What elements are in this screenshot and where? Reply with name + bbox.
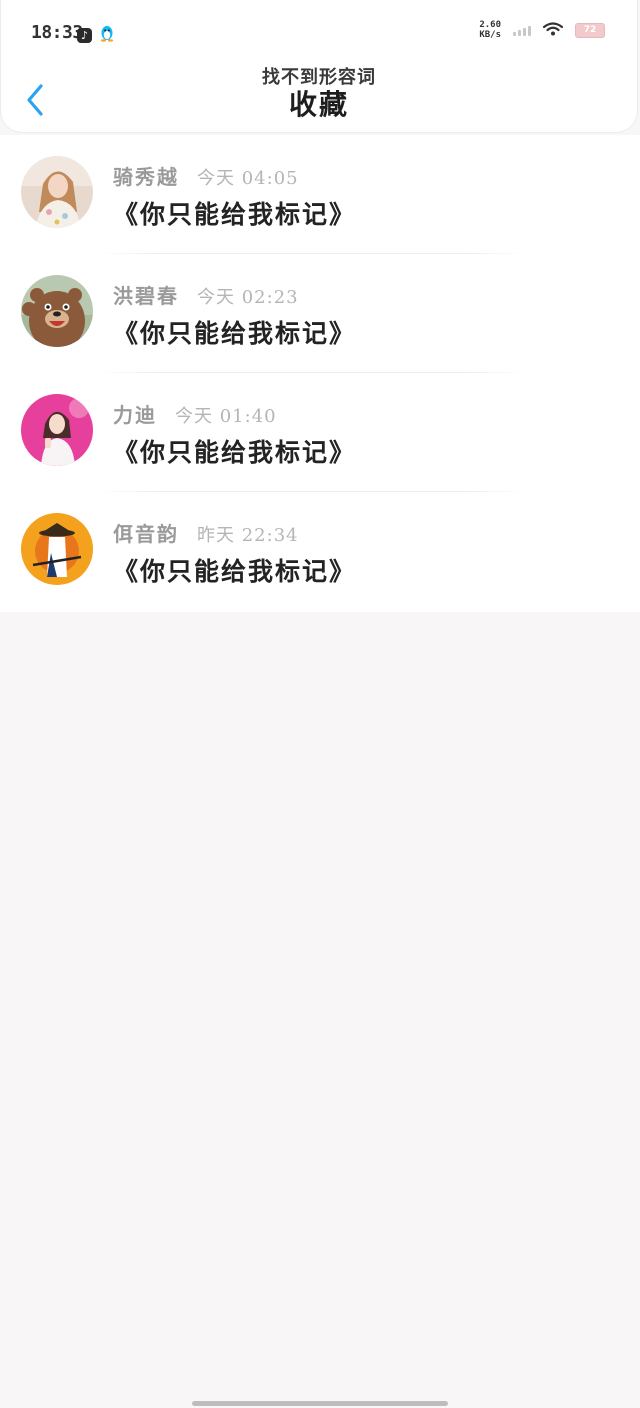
favorite-item[interactable]: 力迪 今天 01:40 《你只能给我标记》: [0, 373, 640, 492]
favorite-item[interactable]: 洪碧春 今天 02:23 《你只能给我标记》: [0, 254, 640, 373]
page-title: 收藏: [288, 88, 349, 121]
avatar: [21, 394, 93, 466]
user-name: 骑秀越 今天 04:05: [113, 161, 299, 190]
network-speed-unit: KB/s: [479, 30, 501, 40]
favorite-title: 《你只能给我标记》: [113, 319, 357, 348]
wifi-icon: [542, 21, 564, 40]
network-speed-value: 2.60: [479, 20, 501, 30]
user-name-text: 力迪: [113, 403, 157, 427]
user-name-text: 洪碧春: [113, 284, 179, 308]
avatar: [21, 513, 93, 585]
notification-icons: ♪: [77, 25, 114, 46]
user-name-text: 佴音韵: [113, 522, 179, 546]
timestamp: 今天 01:40: [175, 406, 277, 427]
timestamp: 今天 04:05: [197, 168, 299, 189]
timestamp: 今天 02:23: [197, 287, 299, 308]
network-speed: 2.60 KB/s: [479, 20, 501, 40]
favorite-title: 《你只能给我标记》: [113, 557, 357, 586]
battery-icon: 72: [575, 22, 605, 38]
user-name-text: 骑秀越: [113, 165, 179, 189]
qq-penguin-icon: [100, 25, 114, 46]
avatar: [21, 275, 93, 347]
signal-icon: [513, 24, 531, 36]
user-name: 佴音韵 昨天 22:34: [113, 518, 299, 547]
user-name: 洪碧春 今天 02:23: [113, 280, 299, 309]
timestamp: 昨天 22:34: [197, 525, 299, 546]
top-bar: 18:33 ♪ 2.60 KB/s 72 找不到形容词 收藏: [0, 0, 638, 133]
home-indicator[interactable]: [192, 1401, 448, 1406]
favorite-title: 《你只能给我标记》: [113, 438, 357, 467]
tiktok-icon: ♪: [77, 28, 92, 43]
status-time: 18:33: [31, 22, 83, 43]
user-name: 力迪 今天 01:40: [113, 399, 277, 428]
favorites-list: 骑秀越 今天 04:05 《你只能给我标记》 洪碧春 今天 02:23 《你只能…: [0, 135, 640, 612]
status-right: 2.60 KB/s 72: [479, 20, 605, 40]
avatar: [21, 156, 93, 228]
favorite-item[interactable]: 骑秀越 今天 04:05 《你只能给我标记》: [0, 135, 640, 254]
favorite-title: 《你只能给我标记》: [113, 200, 357, 229]
favorite-item[interactable]: 佴音韵 昨天 22:34 《你只能给我标记》: [0, 492, 640, 611]
